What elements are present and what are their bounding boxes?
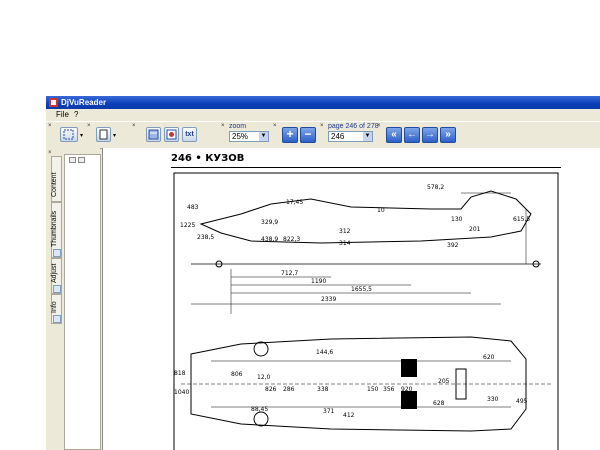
zoom-select[interactable]: 25% ▼ (229, 131, 269, 142)
svg-text:822,3: 822,3 (283, 236, 300, 243)
svg-text:10: 10 (377, 207, 385, 214)
header-divider (171, 167, 561, 168)
svg-text:12,0: 12,0 (257, 374, 271, 381)
toolbar-close-icon[interactable]: × (377, 123, 382, 129)
svg-text:818: 818 (174, 370, 186, 377)
toolbar-close-icon[interactable]: × (132, 123, 137, 129)
document-page: 246 • КУЗОВ 483 1225 238,5 329,9 438,9 8… (171, 153, 561, 450)
prev-page-button[interactable]: ← (404, 127, 420, 143)
svg-text:314: 314 (339, 240, 351, 247)
svg-text:438,9: 438,9 (261, 236, 278, 243)
next-page-icon: → (425, 129, 435, 140)
single-page-icon (148, 129, 159, 140)
prev-page-icon: ← (407, 129, 417, 140)
svg-text:826: 826 (265, 386, 277, 393)
svg-text:1190: 1190 (311, 278, 326, 285)
svg-text:330: 330 (487, 396, 499, 403)
minimize-icon[interactable] (78, 157, 85, 163)
chevron-down-icon[interactable]: ▼ (363, 132, 372, 141)
svg-text:712,7: 712,7 (281, 270, 298, 277)
svg-text:371: 371 (323, 408, 335, 415)
svg-text:144,6: 144,6 (316, 349, 333, 356)
svg-text:88,45: 88,45 (251, 406, 268, 413)
svg-text:615,5: 615,5 (513, 216, 530, 223)
toolbar-close-icon[interactable]: × (221, 123, 226, 129)
svg-text:578,2: 578,2 (427, 184, 444, 191)
svg-text:201: 201 (469, 226, 481, 233)
svg-text:150: 150 (367, 386, 379, 393)
menu-bar: File ? (46, 109, 600, 121)
tab-info[interactable]: Info (51, 294, 62, 324)
svg-text:1225: 1225 (180, 222, 195, 229)
svg-text:356: 356 (383, 386, 395, 393)
svg-text:329,9: 329,9 (261, 219, 278, 226)
svg-text:806: 806 (231, 371, 243, 378)
svg-text:2339: 2339 (321, 296, 336, 303)
last-page-button[interactable]: » (440, 127, 456, 143)
svg-text:1040: 1040 (174, 389, 189, 396)
toolbar: × ▾ × ▾ × txt × zoom 25% ▼ × + − × page … (46, 121, 600, 149)
svg-text:130: 130 (451, 216, 463, 223)
chevron-down-icon[interactable]: ▾ (80, 132, 83, 139)
svg-text:920: 920 (401, 386, 413, 393)
svg-text:412: 412 (343, 412, 355, 419)
toolbar-close-icon[interactable]: × (87, 123, 92, 129)
last-page-icon: » (445, 129, 451, 140)
svg-text:312: 312 (339, 228, 351, 235)
first-page-icon: « (391, 129, 397, 140)
toolbar-close-icon[interactable]: × (273, 123, 278, 129)
select-tool-button[interactable] (60, 127, 78, 142)
toolbar-close-icon[interactable]: × (48, 123, 53, 129)
info-icon (53, 315, 61, 323)
page-header: 246 • КУЗОВ (171, 153, 245, 164)
zoom-in-icon: + (286, 127, 294, 141)
zoom-out-button[interactable]: − (300, 127, 316, 143)
svg-text:338: 338 (317, 386, 329, 393)
title-bar[interactable]: DjVuReader (46, 96, 600, 109)
chevron-down-icon[interactable]: ▼ (259, 132, 268, 141)
select-icon (63, 129, 74, 140)
window-title: DjVuReader (61, 98, 107, 107)
zoom-label: zoom (229, 123, 247, 130)
menu-help[interactable]: ? (74, 110, 78, 120)
toolbar-close-icon[interactable]: × (320, 123, 325, 129)
page-layout-button[interactable] (96, 127, 111, 142)
zoom-out-icon: − (304, 127, 312, 141)
svg-text:1655,5: 1655,5 (351, 286, 372, 293)
text-mode-button[interactable]: txt (182, 127, 197, 142)
thumbnail-pane[interactable] (64, 154, 101, 450)
svg-text:620: 620 (483, 354, 495, 361)
svg-text:495: 495 (516, 398, 528, 405)
page-value: 246 (331, 132, 345, 141)
document-viewer[interactable]: 246 • КУЗОВ 483 1225 238,5 329,9 438,9 8… (102, 148, 600, 450)
djvu-app-icon (49, 98, 58, 107)
car-body-drawing: 483 1225238,5 329,9 438,9 822,3 712,7 1190 16… (173, 172, 559, 450)
svg-text:286: 286 (283, 386, 295, 393)
svg-text:392: 392 (447, 242, 459, 249)
svg-text:17,45: 17,45 (286, 199, 303, 206)
page-layout-icon (99, 129, 108, 140)
page-select[interactable]: 246 ▼ (328, 131, 373, 142)
zoom-in-button[interactable]: + (282, 127, 298, 143)
app-window: DjVuReader File ? × ▾ × ▾ × txt × zoom 2… (46, 96, 600, 450)
single-page-button[interactable] (146, 127, 161, 142)
first-page-button[interactable]: « (386, 127, 402, 143)
image-mode-button[interactable] (164, 127, 179, 142)
chevron-down-icon[interactable]: ▾ (113, 132, 116, 139)
txt-icon: txt (185, 131, 194, 138)
page-count-label: page 246 of 278 (328, 123, 379, 130)
svg-text:483: 483 (187, 204, 199, 211)
sidebar-tabs: Content Thumbnails Adjust Info (51, 156, 62, 450)
image-mode-icon (166, 129, 177, 140)
collapse-icon[interactable] (69, 157, 76, 163)
svg-text:238,5: 238,5 (197, 234, 214, 241)
zoom-value: 25% (232, 132, 249, 141)
tab-info-label: Info (51, 301, 58, 313)
menu-file[interactable]: File (56, 110, 69, 120)
next-page-button[interactable]: → (422, 127, 438, 143)
svg-text:628: 628 (433, 400, 445, 407)
svg-text:205: 205 (438, 378, 450, 385)
